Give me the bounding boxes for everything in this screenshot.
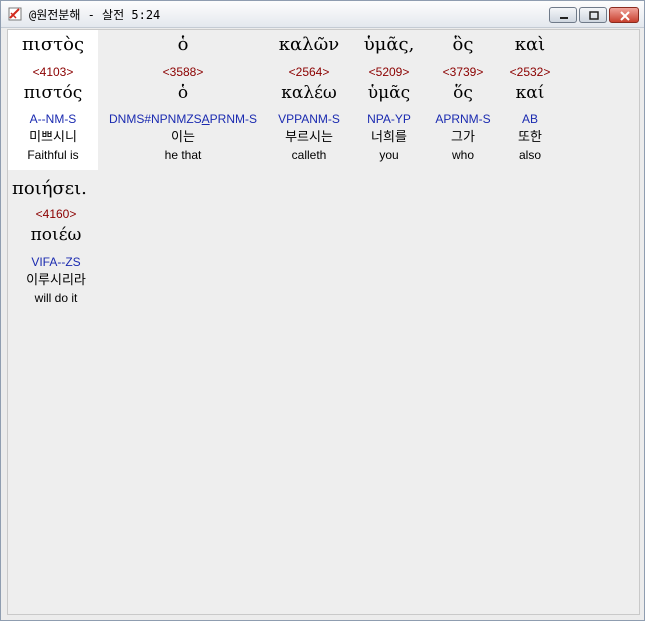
morphology-code: VPPANM-S <box>278 112 340 126</box>
english-gloss: you <box>379 148 399 162</box>
word-block[interactable]: ποιήσει. <4160> ποιέω VIFA--ZS 이루시리라 wil… <box>8 178 104 308</box>
greek-text: ὃς <box>452 34 474 55</box>
lemma: ὑμᾶς <box>367 83 411 103</box>
maximize-button[interactable] <box>579 7 607 23</box>
word-block[interactable]: ὃς <3739> ὅς APRNM-S 그가 who <box>428 30 498 170</box>
korean-gloss: 이는 <box>171 130 195 145</box>
morphology-code: NPA-YP <box>367 112 411 126</box>
close-icon <box>620 11 630 21</box>
morphology-code: A--NM-S <box>29 112 77 126</box>
english-gloss: calleth <box>291 148 327 162</box>
korean-gloss: 미쁘시니 <box>29 130 77 145</box>
morphology-code: AB <box>521 112 538 126</box>
korean-gloss: 이루시리라 <box>26 273 86 288</box>
korean-gloss: 그가 <box>451 130 475 145</box>
greek-text: καὶ <box>514 34 546 55</box>
english-gloss: also <box>518 148 541 162</box>
close-button[interactable] <box>609 7 639 23</box>
english-gloss: Faithful is <box>27 148 79 162</box>
lemma: ὅς <box>453 83 473 103</box>
window-title: @원전분해 - 살전 5:24 <box>29 8 161 22</box>
greek-text: ὁ <box>177 34 189 55</box>
morphology-code: VIFA--ZS <box>31 255 81 269</box>
greek-text: πιστὸς <box>21 34 85 55</box>
lemma: πιστός <box>23 83 83 103</box>
english-gloss: he that <box>164 148 202 162</box>
word-block[interactable]: πιστὸς <4103> πιστός A--NM-S 미쁘시니 Faithf… <box>8 30 98 170</box>
english-gloss: who <box>451 148 474 162</box>
korean-gloss: 너희를 <box>371 130 407 145</box>
morphology-part: DNMS#NPNMZS <box>108 112 202 126</box>
app-window: @원전분해 - 살전 5:24 πιστὸς <4103> πιστός A--… <box>0 0 645 621</box>
strong-number: <2564> <box>288 65 330 79</box>
title-bar[interactable]: @원전분해 - 살전 5:24 <box>1 1 644 28</box>
strong-number: <5209> <box>368 65 410 79</box>
word-block[interactable]: καὶ <2532> καί AB 또한 also <box>498 30 562 170</box>
korean-gloss: 또한 <box>518 130 542 145</box>
korean-gloss: 부르시는 <box>285 130 333 145</box>
english-gloss: will do it <box>34 291 78 305</box>
word-block[interactable]: ὁ <3588> ὁ DNMS#NPNMZSAPRNM-S 이는 he that <box>98 30 268 170</box>
interlinear-panel[interactable]: πιστὸς <4103> πιστός A--NM-S 미쁘시니 Faithf… <box>7 29 640 615</box>
greek-text: ὑμᾶς, <box>363 34 415 55</box>
morphology-part: PRNM-S <box>209 112 258 126</box>
lemma: καλέω <box>281 83 337 103</box>
word-block[interactable]: καλῶν <2564> καλέω VPPANM-S 부르시는 calleth <box>268 30 350 170</box>
lemma: ποιέω <box>30 225 82 245</box>
word-block[interactable]: ὑμᾶς, <5209> ὑμᾶς NPA-YP 너희를 you <box>350 30 428 170</box>
morphology-code: DNMS#NPNMZSAPRNM-S <box>98 112 268 126</box>
morphology-part-underlined: A <box>201 112 210 126</box>
lemma: ὁ <box>177 83 189 103</box>
app-logo-icon <box>7 6 23 22</box>
strong-number: <4103> <box>32 65 74 79</box>
greek-text: ποιήσει. <box>12 178 87 199</box>
strong-number: <4160> <box>35 207 77 221</box>
minimize-icon <box>560 17 568 19</box>
greek-text: καλῶν <box>278 34 340 55</box>
strong-number: <3588> <box>162 65 204 79</box>
maximize-icon <box>589 11 599 20</box>
strong-number: <3739> <box>442 65 484 79</box>
morphology-code: APRNM-S <box>435 112 491 126</box>
strong-number: <2532> <box>509 65 551 79</box>
minimize-button[interactable] <box>549 7 577 23</box>
lemma: καί <box>515 83 545 103</box>
